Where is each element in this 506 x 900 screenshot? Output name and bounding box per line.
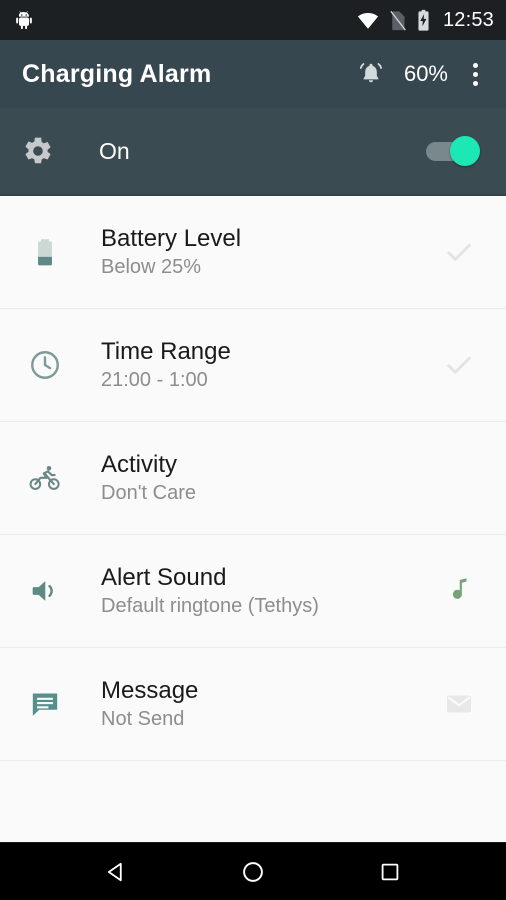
list-item-text: Message Not Send bbox=[101, 676, 199, 731]
app-bar: Charging Alarm 60% bbox=[0, 40, 506, 108]
back-triangle-icon[interactable] bbox=[84, 848, 148, 896]
list-item-action-empty bbox=[436, 455, 482, 501]
switch-thumb bbox=[450, 136, 480, 166]
music-note-icon[interactable] bbox=[436, 568, 482, 614]
list-item-subtitle: Not Send bbox=[101, 708, 185, 731]
battery-icon bbox=[22, 235, 68, 269]
home-circle-icon[interactable] bbox=[221, 848, 285, 896]
battery-percent-label: 60% bbox=[403, 61, 448, 86]
settings-list: Battery Level Below 25% Time Range 21:00… bbox=[0, 196, 506, 842]
gear-icon bbox=[22, 135, 66, 167]
battery-charging-icon bbox=[416, 9, 431, 31]
android-robot-icon bbox=[14, 10, 34, 30]
status-bar-clock: 12:53 bbox=[442, 8, 494, 31]
list-item-subtitle: 21:00 - 1:00 bbox=[101, 369, 208, 392]
speaker-icon bbox=[22, 574, 68, 608]
list-item-battery-level[interactable]: Battery Level Below 25% bbox=[0, 196, 506, 309]
master-switch-row[interactable]: On bbox=[0, 108, 506, 196]
overflow-menu-icon[interactable] bbox=[458, 48, 492, 100]
list-item-alert-sound[interactable]: Alert Sound Default ringtone (Tethys) bbox=[0, 535, 506, 648]
list-item-text: Time Range 21:00 - 1:00 bbox=[101, 337, 231, 392]
status-bar: 12:53 bbox=[0, 0, 506, 40]
master-toggle-switch[interactable] bbox=[426, 134, 484, 168]
list-item-activity[interactable]: Activity Don't Care bbox=[0, 422, 506, 535]
list-item-title: Message bbox=[101, 676, 199, 704]
recents-square-icon[interactable] bbox=[358, 848, 422, 896]
list-item-text: Alert Sound Default ringtone (Tethys) bbox=[101, 563, 319, 618]
notification-bell-ringing-icon[interactable] bbox=[348, 48, 394, 100]
list-item-title: Battery Level bbox=[101, 224, 242, 252]
list-item-subtitle: Don't Care bbox=[101, 482, 196, 505]
wifi-icon bbox=[357, 9, 379, 31]
list-item-time-range[interactable]: Time Range 21:00 - 1:00 bbox=[0, 309, 506, 422]
list-item-message[interactable]: Message Not Send bbox=[0, 648, 506, 761]
sim-card-off-icon bbox=[388, 10, 407, 31]
message-bubble-icon bbox=[22, 687, 68, 721]
check-icon[interactable] bbox=[436, 342, 482, 388]
list-item-title: Activity bbox=[101, 450, 178, 478]
list-item-text: Battery Level Below 25% bbox=[101, 224, 242, 279]
list-item-title: Alert Sound bbox=[101, 563, 227, 591]
list-item-subtitle: Default ringtone (Tethys) bbox=[101, 595, 319, 618]
list-item-subtitle: Below 25% bbox=[101, 256, 202, 279]
page-title: Charging Alarm bbox=[22, 59, 212, 88]
overflow-dot bbox=[472, 71, 478, 77]
list-item-title: Time Range bbox=[101, 337, 231, 365]
overflow-dot bbox=[472, 62, 478, 68]
overflow-dot bbox=[472, 80, 478, 86]
status-bar-right: 12:53 bbox=[357, 9, 494, 32]
navigation-bar bbox=[0, 842, 506, 900]
app-bar-actions: 60% bbox=[348, 48, 492, 100]
status-bar-left bbox=[14, 10, 34, 30]
master-switch-label: On bbox=[99, 137, 130, 164]
phone-screen: 12:53 Charging Alarm 60% On Battery Leve… bbox=[0, 0, 506, 900]
envelope-icon[interactable] bbox=[436, 681, 482, 727]
list-item-text: Activity Don't Care bbox=[101, 450, 196, 505]
check-icon[interactable] bbox=[436, 229, 482, 275]
bicycle-icon bbox=[22, 461, 68, 495]
clock-icon bbox=[22, 348, 68, 382]
